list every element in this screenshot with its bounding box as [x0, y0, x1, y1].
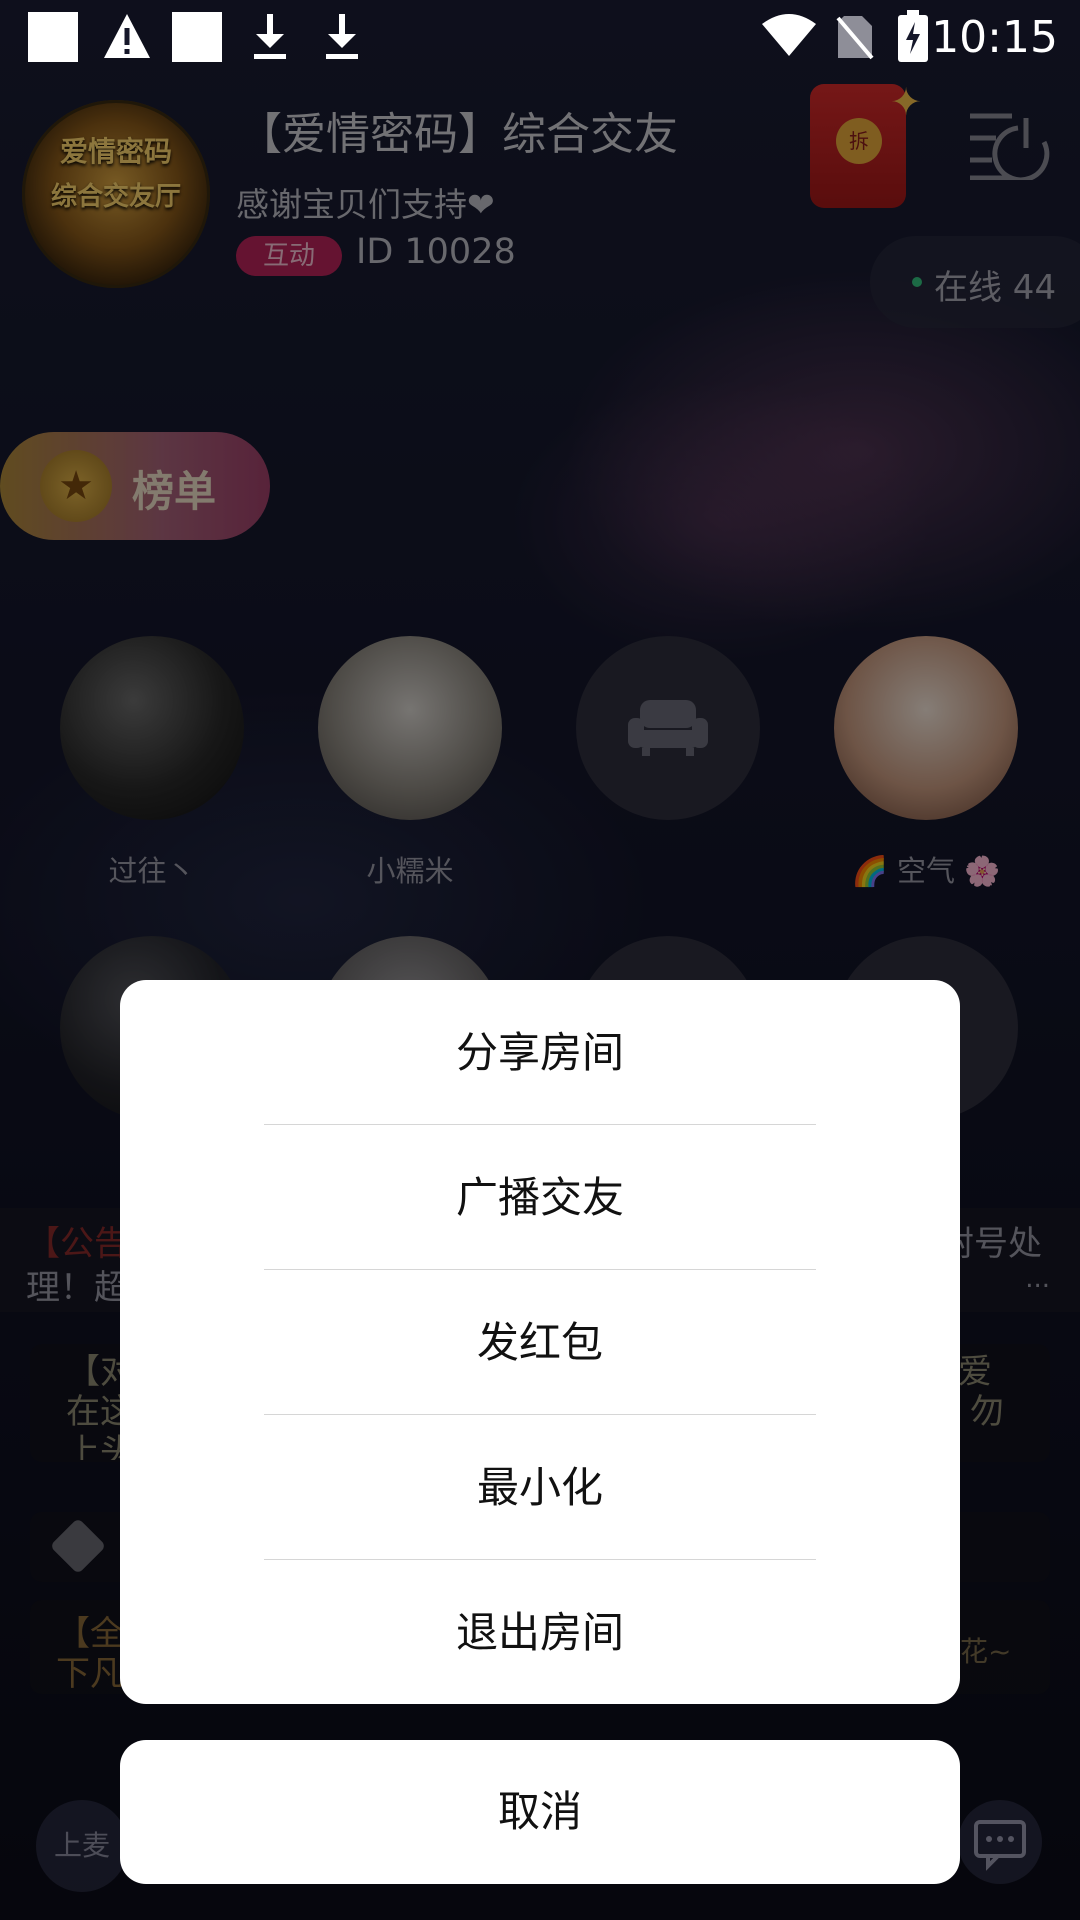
no-sim-icon [836, 16, 874, 60]
download-icon [326, 14, 358, 59]
status-time: 10:15 [931, 12, 1058, 63]
exit-room-button[interactable]: 退出房间 [120, 1560, 960, 1704]
download-icon [254, 14, 286, 59]
warning-icon [104, 14, 150, 58]
battery-charging-icon [898, 10, 928, 62]
cancel-button[interactable]: 取消 [120, 1740, 960, 1884]
wifi-icon [762, 14, 816, 56]
minimize-button[interactable]: 最小化 [120, 1415, 960, 1560]
notification-square-icon [28, 12, 78, 62]
action-sheet: 分享房间 广播交友 发红包 最小化 退出房间 [120, 980, 960, 1704]
status-bar: 10:15 [0, 0, 1080, 78]
notification-square-icon [172, 12, 222, 62]
send-red-packet-button[interactable]: 发红包 [120, 1270, 960, 1415]
broadcast-friends-button[interactable]: 广播交友 [120, 1125, 960, 1270]
share-room-button[interactable]: 分享房间 [120, 980, 960, 1125]
